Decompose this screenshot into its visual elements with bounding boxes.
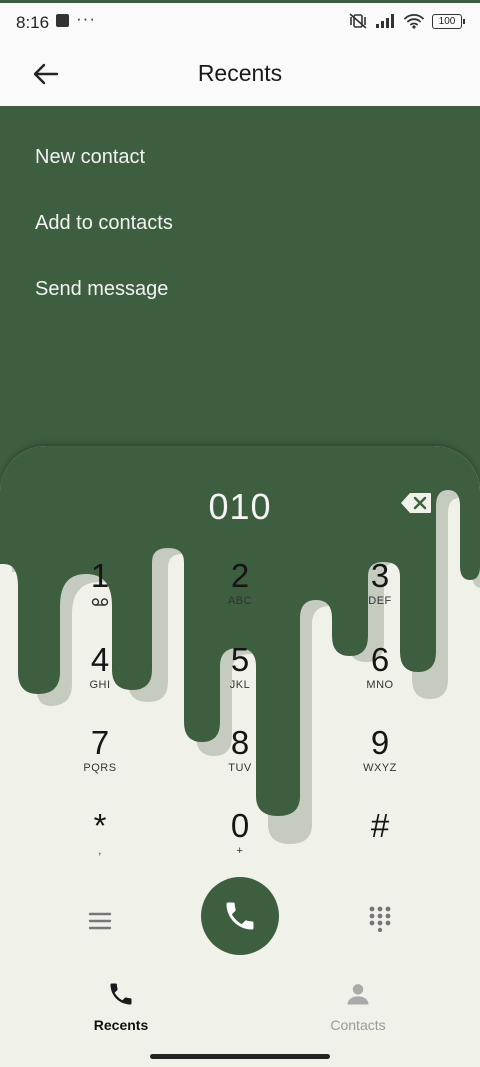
bottom-navigation: Recents Contacts	[0, 966, 480, 1067]
tab-recents[interactable]: Recents	[51, 980, 191, 1033]
key-0[interactable]: 0 +	[190, 808, 290, 878]
key-digit: 5	[230, 641, 250, 678]
key-9[interactable]: 9 WXYZ	[330, 725, 430, 795]
phone-icon	[110, 983, 132, 1005]
person-icon	[347, 984, 369, 1005]
key-letters: +	[236, 845, 244, 857]
notification-icon	[56, 14, 69, 27]
backspace-icon[interactable]	[400, 492, 432, 514]
key-digit: 1	[90, 557, 110, 594]
phone-icon	[226, 902, 254, 930]
key-digit: 0	[230, 807, 250, 844]
key-letters: DEF	[368, 595, 392, 607]
page-title: Recents	[197, 60, 283, 86]
dialpad-grid-icon[interactable]	[366, 904, 394, 932]
call-button[interactable]	[201, 877, 279, 955]
key-letters: ,	[98, 845, 102, 857]
wifi-icon	[404, 14, 424, 29]
key-2[interactable]: 2 ABC	[190, 558, 290, 628]
tab-contacts[interactable]: Contacts	[288, 980, 428, 1033]
menu-item-new-contact[interactable]: New contact	[35, 146, 145, 169]
menu-icon[interactable]	[86, 908, 114, 934]
status-bar: 8:16 ··· 100	[0, 0, 480, 42]
key-digit: #	[370, 807, 390, 844]
key-star[interactable]: *,	[50, 808, 150, 878]
vibrate-off-icon	[349, 13, 367, 29]
status-time: 8:16	[16, 13, 50, 32]
key-digit: 7	[90, 724, 110, 761]
key-digit: 2	[230, 557, 250, 594]
key-letters: MNO	[366, 679, 394, 691]
key-1[interactable]: 1	[50, 558, 150, 628]
key-hash[interactable]: #	[330, 808, 430, 878]
more-notifications-icon: ···	[76, 9, 96, 28]
key-letters: TUV	[228, 762, 252, 774]
signal-icon	[376, 14, 394, 28]
home-indicator[interactable]	[150, 1054, 330, 1059]
key-letters: PQRS	[83, 762, 117, 774]
key-digit: 6	[370, 641, 390, 678]
key-5[interactable]: 5 JKL	[190, 642, 290, 712]
menu-item-send-message[interactable]: Send message	[35, 278, 168, 301]
key-7[interactable]: 7 PQRS	[50, 725, 150, 795]
key-letters: GHI	[89, 679, 111, 691]
key-digit: *	[93, 807, 107, 844]
key-8[interactable]: 8 TUV	[190, 725, 290, 795]
tab-contacts-label: Contacts	[330, 1017, 386, 1033]
voicemail-icon	[91, 598, 109, 606]
menu-item-add-to-contacts[interactable]: Add to contacts	[35, 212, 173, 235]
key-letters: ABC	[227, 595, 253, 607]
app-bar: Recents	[0, 42, 480, 106]
key-4[interactable]: 4 GHI	[50, 642, 150, 712]
key-3[interactable]: 3 DEF	[330, 558, 430, 628]
key-digit: 4	[90, 641, 110, 678]
key-digit: 8	[230, 724, 250, 761]
key-letters: WXYZ	[363, 762, 397, 774]
key-6[interactable]: 6 MNO	[330, 642, 430, 712]
battery-icon: 100	[432, 13, 465, 29]
tab-recents-label: Recents	[93, 1017, 149, 1033]
dial-pad: 010 1 2 ABC 3 DEF 4 GHI 5 JKL 6 MNO 7 PQRS 8 TU…	[0, 446, 480, 966]
key-digit: 9	[370, 724, 390, 761]
key-letters: JKL	[229, 679, 251, 691]
key-digit: 3	[370, 557, 390, 594]
